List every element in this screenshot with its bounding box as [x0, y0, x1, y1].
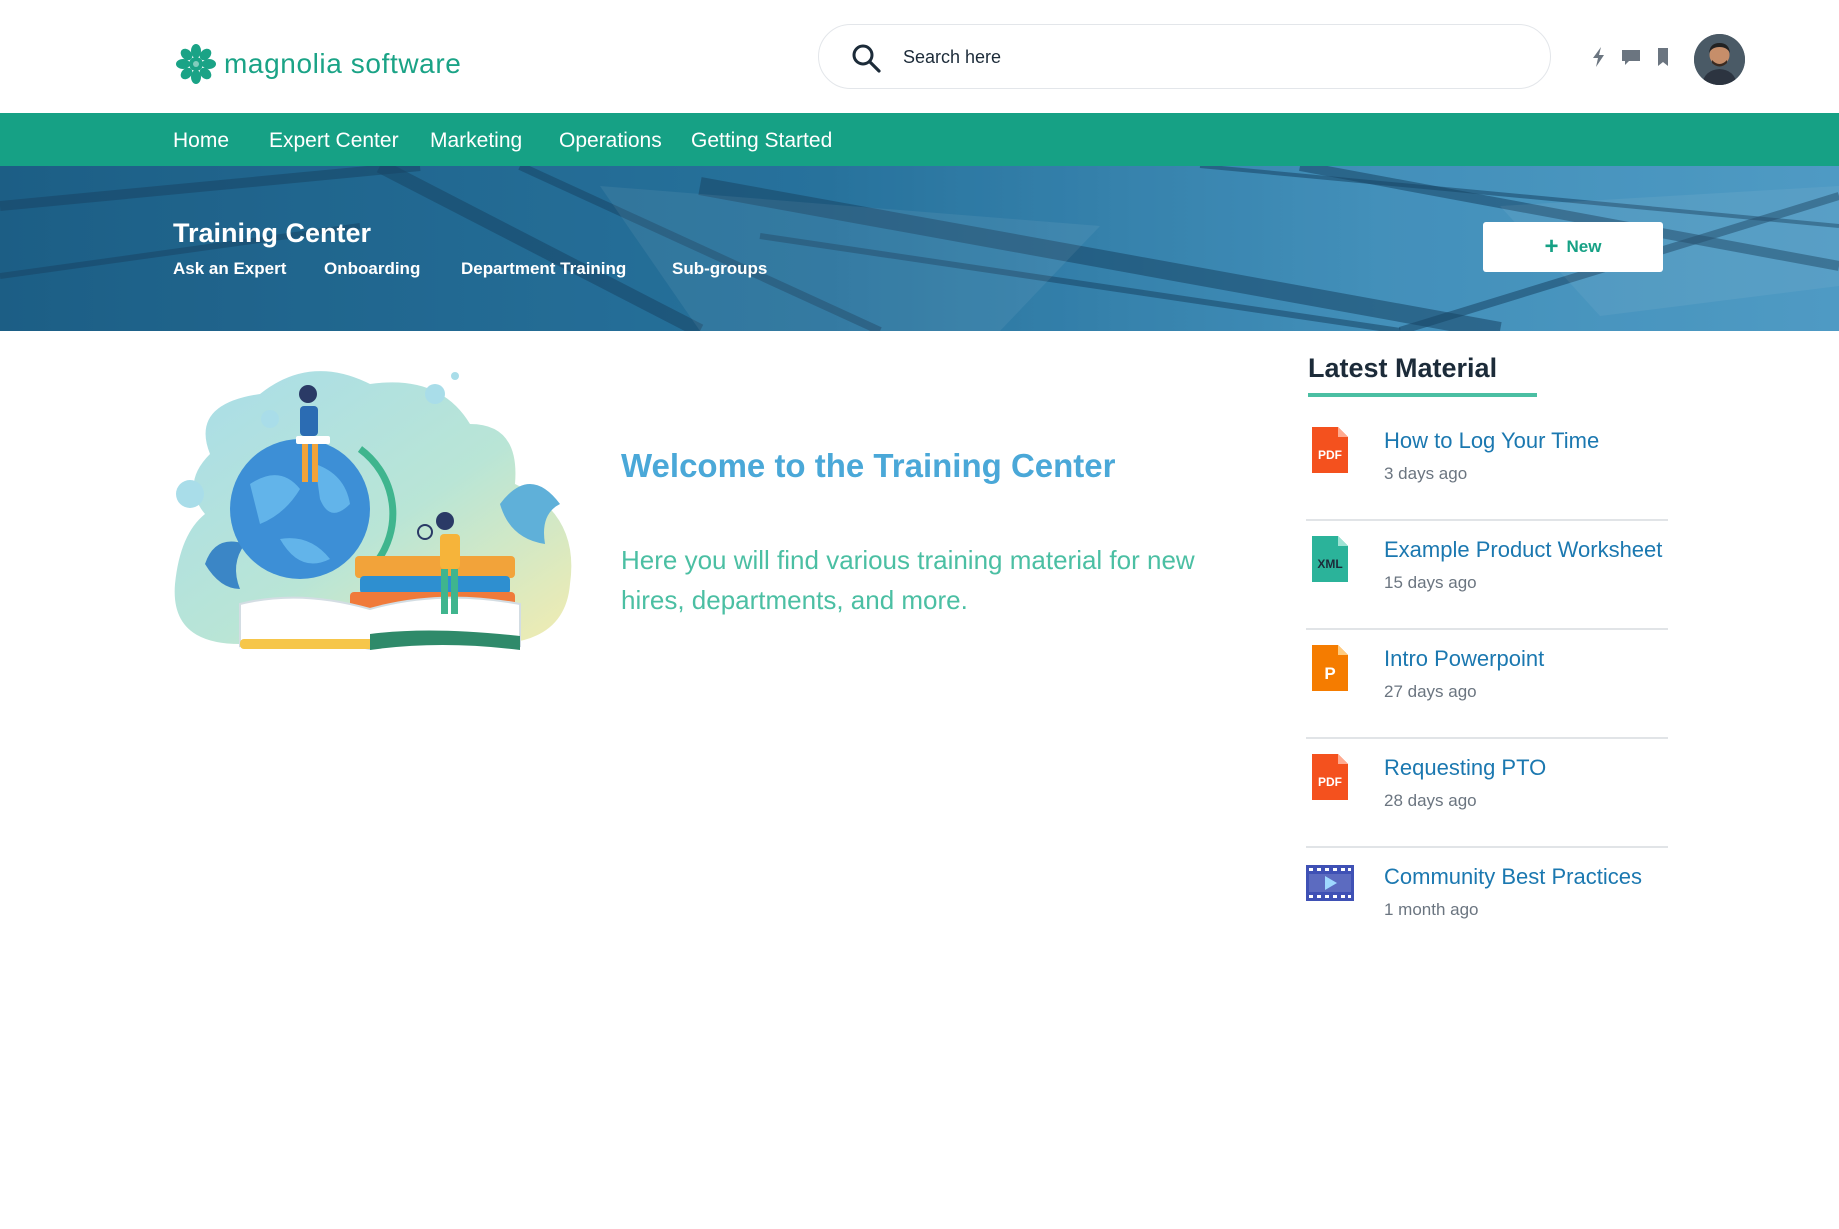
- main-nav: Home Expert Center Marketing Operations …: [0, 113, 1839, 166]
- user-avatar-icon: [1694, 34, 1745, 85]
- subnav-onboarding[interactable]: Onboarding: [324, 259, 420, 279]
- pdf-file-icon: PDF: [1312, 754, 1348, 800]
- material-date: 27 days ago: [1384, 682, 1477, 701]
- material-date: 1 month ago: [1384, 900, 1479, 919]
- new-button-label: New: [1566, 237, 1602, 256]
- material-name[interactable]: How to Log Your Time: [1384, 428, 1599, 454]
- nav-item-marketing[interactable]: Marketing: [430, 113, 522, 166]
- lightning-icon[interactable]: [1588, 46, 1610, 68]
- svg-text:XML: XML: [1317, 557, 1342, 571]
- material-item-requesting-pto[interactable]: PDF Requesting PTO 28 days ago: [1306, 739, 1668, 848]
- search-input[interactable]: [903, 39, 1503, 75]
- avatar[interactable]: [1694, 34, 1745, 85]
- logo-text: magnolia software: [224, 48, 462, 79]
- magnolia-logo-icon: [176, 44, 216, 84]
- material-date: 15 days ago: [1384, 573, 1477, 592]
- material-item-how-to-log-your-time[interactable]: PDF How to Log Your Time 3 days ago: [1306, 412, 1668, 521]
- top-header: magnolia software: [0, 0, 1839, 113]
- svg-text:P: P: [1324, 664, 1335, 683]
- material-item-community-best-practices[interactable]: Community Best Practices 1 month ago: [1306, 848, 1668, 957]
- page-title: Training Center: [173, 218, 372, 248]
- plus-icon: +: [1544, 233, 1559, 260]
- logo[interactable]: magnolia software: [176, 44, 461, 84]
- search-bar: [818, 24, 1551, 89]
- material-item-intro-powerpoint[interactable]: P Intro Powerpoint 27 days ago: [1306, 630, 1668, 739]
- chat-icon[interactable]: [1620, 46, 1642, 68]
- video-file-icon: [1306, 865, 1354, 901]
- bookmark-icon[interactable]: [1652, 46, 1674, 68]
- pdf-file-icon: PDF: [1312, 427, 1348, 473]
- nav-item-home[interactable]: Home: [173, 113, 229, 166]
- new-button[interactable]: + New: [1483, 222, 1663, 272]
- welcome-text: Here you will find various training mate…: [621, 545, 1195, 615]
- svg-text:PDF: PDF: [1318, 775, 1342, 789]
- powerpoint-file-icon: P: [1312, 645, 1348, 691]
- latest-material-title: Latest Material: [1308, 353, 1498, 383]
- search-icon[interactable]: [851, 43, 881, 73]
- material-name[interactable]: Intro Powerpoint: [1384, 646, 1544, 672]
- subnav-sub-groups[interactable]: Sub-groups: [672, 259, 767, 279]
- training-illustration: [174, 371, 572, 651]
- page-banner: Training Center Ask an Expert Onboarding…: [0, 166, 1839, 331]
- material-item-example-product-worksheet[interactable]: XML Example Product Worksheet 15 days ag…: [1306, 521, 1668, 630]
- nav-item-expert-center[interactable]: Expert Center: [269, 113, 399, 166]
- subnav-ask-an-expert[interactable]: Ask an Expert: [173, 259, 286, 279]
- material-name[interactable]: Example Product Worksheet: [1384, 537, 1662, 563]
- material-date: 28 days ago: [1384, 791, 1477, 810]
- subnav-department-training[interactable]: Department Training: [461, 259, 626, 279]
- latest-material-underline: [1308, 393, 1537, 397]
- xml-file-icon: XML: [1312, 536, 1348, 582]
- material-date: 3 days ago: [1384, 464, 1468, 483]
- material-name[interactable]: Community Best Practices: [1384, 864, 1642, 890]
- material-name[interactable]: Requesting PTO: [1384, 755, 1546, 781]
- svg-text:PDF: PDF: [1318, 448, 1342, 462]
- nav-item-operations[interactable]: Operations: [559, 113, 662, 166]
- welcome-title: Welcome to the Training Center: [621, 447, 1116, 484]
- nav-item-getting-started[interactable]: Getting Started: [691, 113, 832, 166]
